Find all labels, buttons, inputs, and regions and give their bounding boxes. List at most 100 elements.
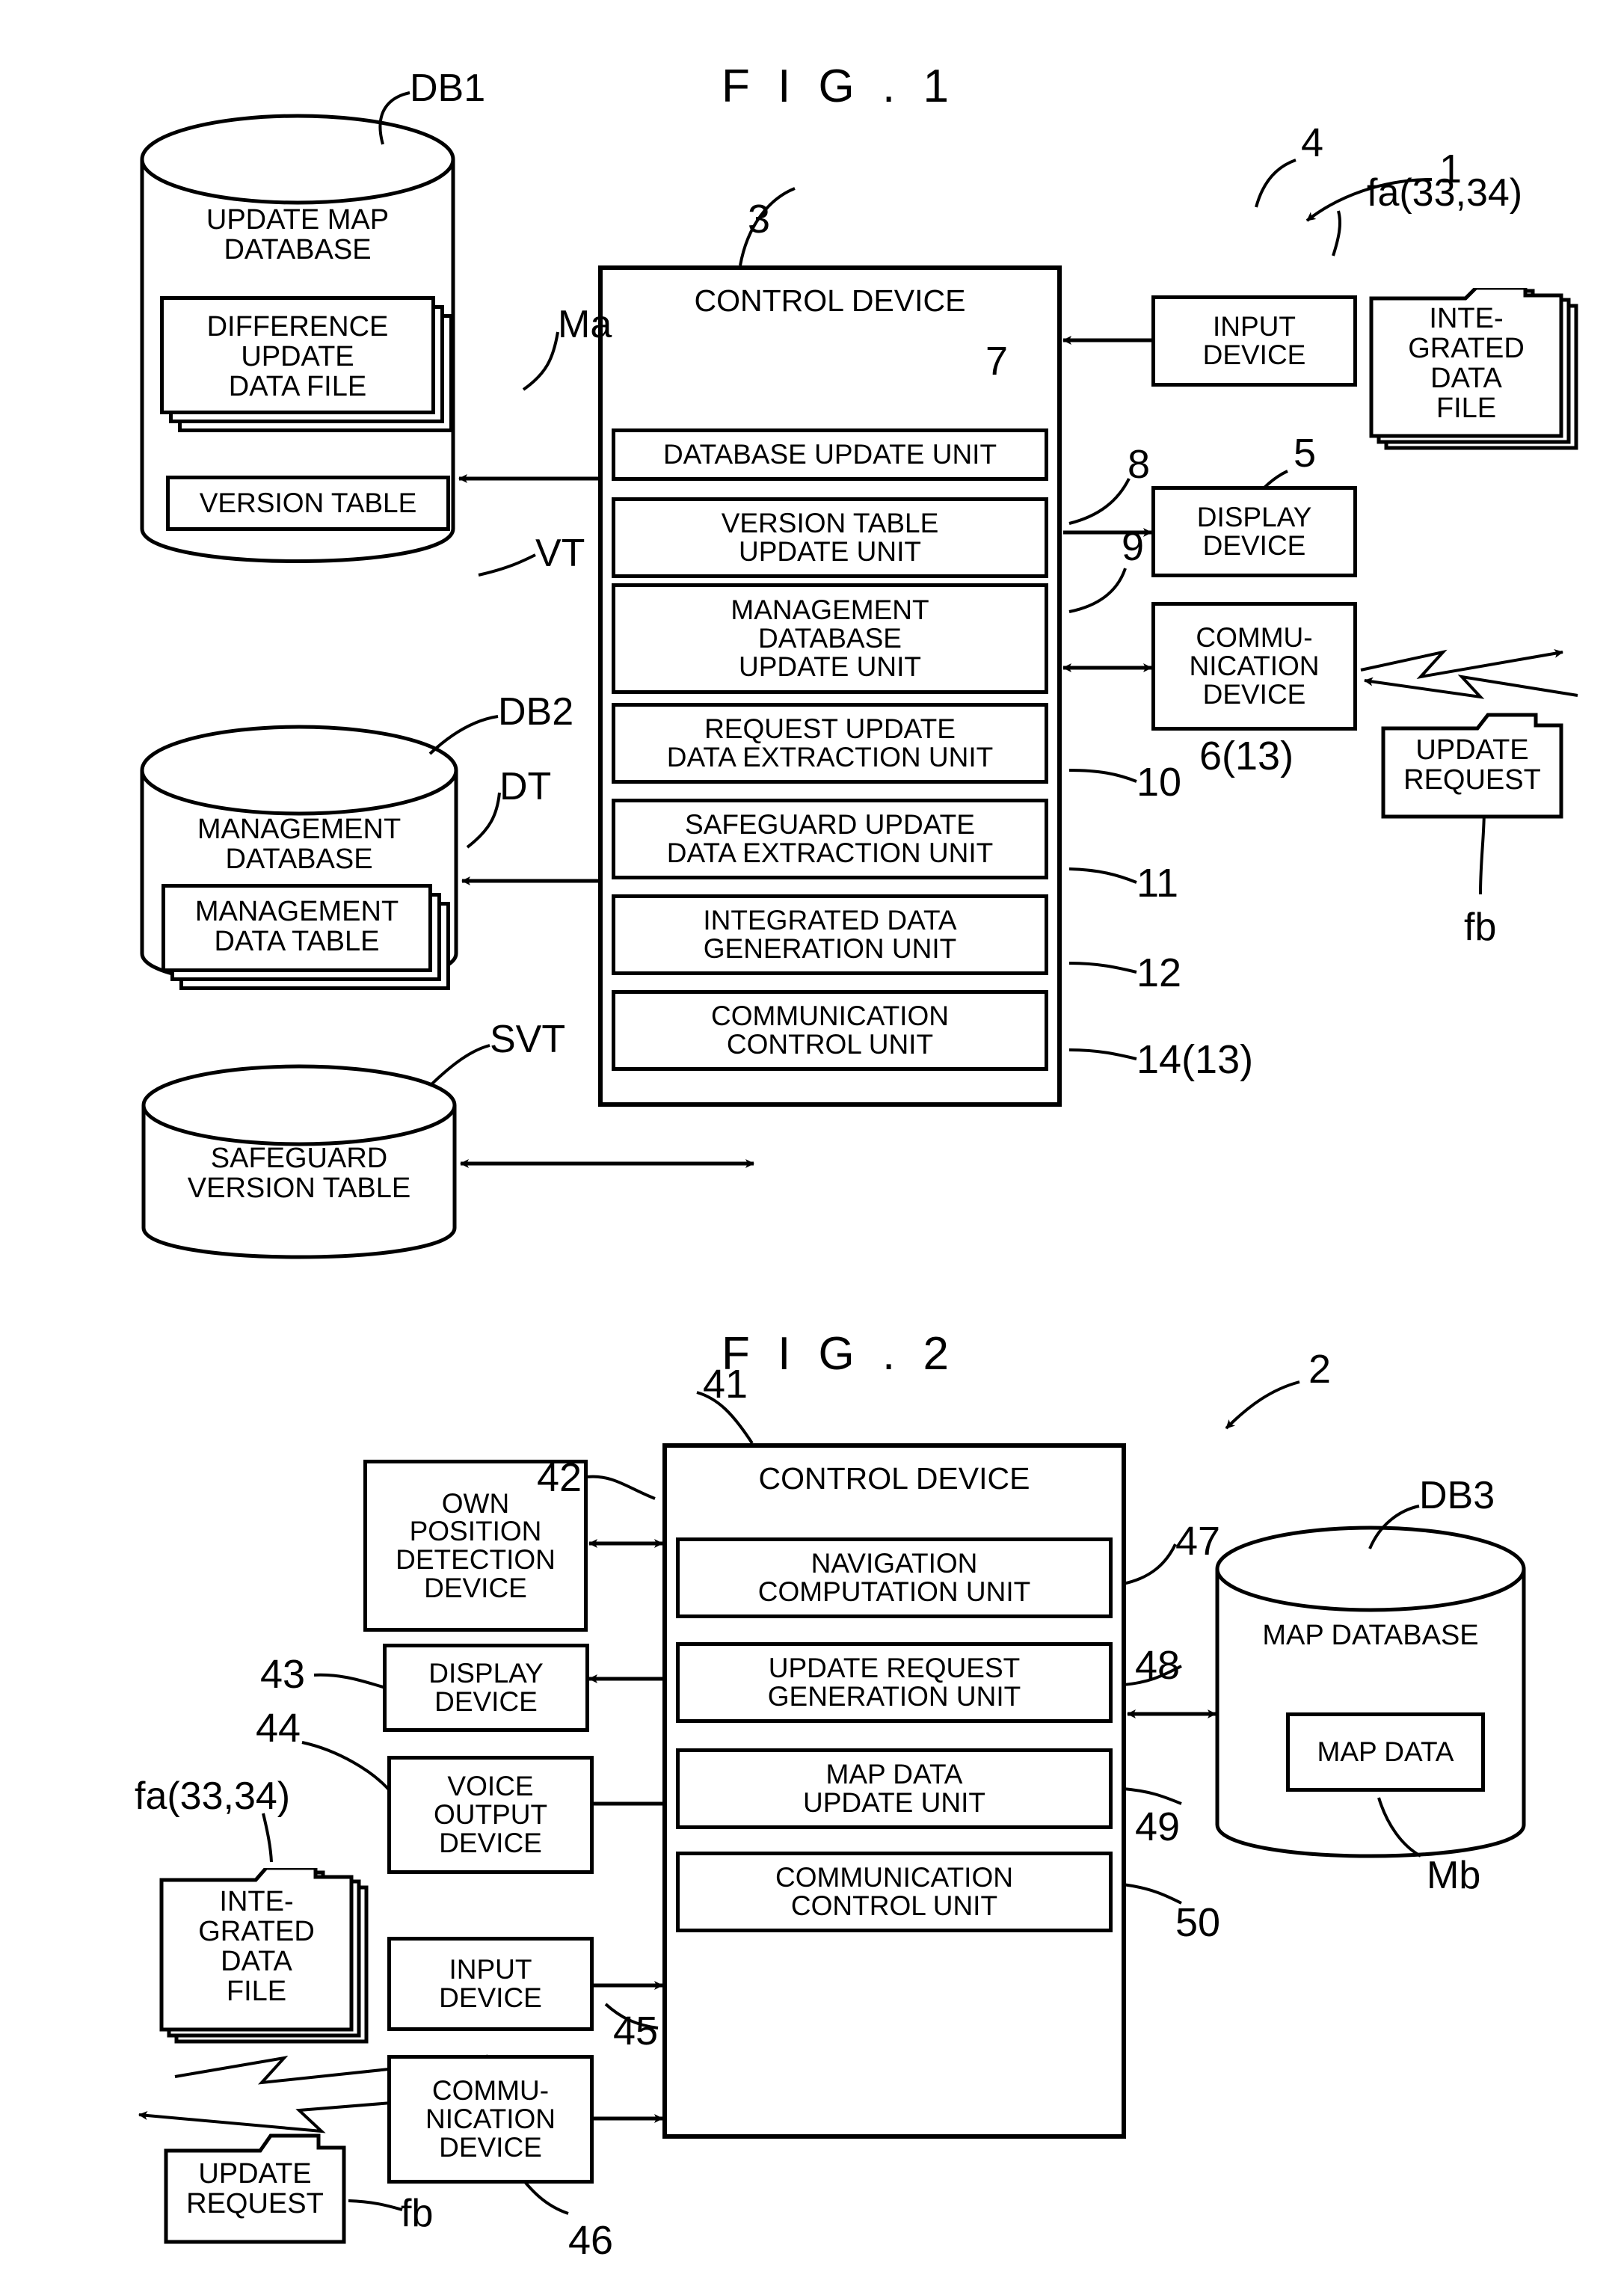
- fig1-ref-4: 4: [1301, 120, 1324, 165]
- line3: DATA: [221, 1945, 292, 1977]
- fig1-unit-management-db-update: MANAGEMENT DATABASE UPDATE UNIT: [612, 583, 1048, 694]
- line2: DEVICE: [434, 1686, 538, 1717]
- line1: SAFEGUARD: [210, 1143, 388, 1174]
- fig1-unit-communication-control: COMMUNICATION CONTROL UNIT: [612, 990, 1048, 1071]
- line1: INTEGRATED DATA: [703, 905, 957, 936]
- fig2-input-device-label: INPUT DEVICE: [439, 1955, 542, 2012]
- line1: UPDATE MAP: [206, 204, 390, 236]
- fig2-voice-output-device: VOICE OUTPUT DEVICE: [387, 1756, 594, 1874]
- fig1-version-table-label: VERSION TABLE: [199, 488, 417, 519]
- fig1-db2-ref: DB2: [498, 690, 574, 734]
- line2: OUTPUT: [433, 1799, 548, 1831]
- fig2-communication-device: COMMU- NICATION DEVICE: [387, 2055, 594, 2184]
- fig1-unit-communication-control-label: COMMUNICATION CONTROL UNIT: [711, 1002, 949, 1058]
- line1: REQUEST UPDATE: [704, 713, 956, 745]
- line2: DATA EXTRACTION UNIT: [666, 838, 994, 868]
- line2: NICATION: [425, 2104, 556, 2135]
- fig2-map-data-box: MAP DATA: [1286, 1712, 1485, 1792]
- fig1-unit-request-update-extract: REQUEST UPDATE DATA EXTRACTION UNIT: [612, 703, 1048, 784]
- line2: POSITION: [409, 1516, 542, 1547]
- line1: UPDATE REQUEST: [768, 1653, 1021, 1684]
- fig2-ref-44: 44: [256, 1706, 301, 1751]
- fig2-unit-map-data-update-label: MAP DATA UPDATE UNIT: [803, 1760, 985, 1816]
- fig2-update-request-file: UPDATE REQUEST: [163, 2133, 350, 2245]
- fig2-unit-navigation-computation: NAVIGATION COMPUTATION UNIT: [676, 1537, 1113, 1618]
- fig1-unit-management-db-update-label: MANAGEMENT DATABASE UPDATE UNIT: [731, 596, 929, 680]
- fig1-integrated-data-file-stack: INTE- GRATED DATA FILE: [1368, 286, 1593, 475]
- fig1-ma-ref: Ma: [558, 303, 612, 346]
- fig1-wireless-links: [1360, 648, 1578, 699]
- line4: FILE: [1436, 392, 1497, 424]
- fig1-fb-ref: fb: [1464, 906, 1497, 949]
- line1: COMMUNICATION: [775, 1862, 1013, 1893]
- fig2-unit-map-data-update: MAP DATA UPDATE UNIT: [676, 1748, 1113, 1829]
- fig1-unit-database-update: DATABASE UPDATE UNIT: [612, 428, 1048, 481]
- fig1-ref-8: 8: [1128, 442, 1151, 487]
- line2: UPDATE UNIT: [803, 1787, 985, 1818]
- fig1-unit-request-update-extract-label: REQUEST UPDATE DATA EXTRACTION UNIT: [667, 715, 993, 771]
- fig2-unit-update-request-generation-label: UPDATE REQUEST GENERATION UNIT: [768, 1654, 1021, 1710]
- fig2-system-ref: 2: [1308, 1347, 1332, 1392]
- line2: VERSION TABLE: [187, 1172, 411, 1204]
- fig2-unit-communication-control: COMMUNICATION CONTROL UNIT: [676, 1852, 1113, 1932]
- line1: INTE-: [1429, 303, 1504, 334]
- line1: COMMUNICATION: [711, 1001, 949, 1032]
- fig2-fb-ref: fb: [401, 2192, 434, 2235]
- fig1-vt-ref: VT: [535, 532, 585, 575]
- fig2-unit-navigation-computation-label: NAVIGATION COMPUTATION UNIT: [758, 1549, 1031, 1606]
- line2: UPDATE UNIT: [739, 536, 921, 567]
- fig1-fa-ref: fa(33,34): [1367, 171, 1523, 215]
- patent-figure-sheet: F I G . 1 1 3 CONTROL DEVICE DATABASE UP…: [0, 0, 1624, 2292]
- fig2-unit-update-request-generation: UPDATE REQUEST GENERATION UNIT: [676, 1642, 1113, 1723]
- line1: MAP DATA: [825, 1759, 963, 1790]
- fig1-control-device-label: CONTROL DEVICE: [694, 283, 966, 318]
- fig2-fa-ref: fa(33,34): [135, 1775, 291, 1818]
- fig1-communication-device-label: COMMU- NICATION DEVICE: [1189, 624, 1319, 708]
- line1: NAVIGATION: [811, 1548, 978, 1579]
- fig1-display-device: DISPLAY DEVICE: [1151, 486, 1357, 577]
- line3: DETECTION: [396, 1544, 556, 1575]
- fig2-unit-communication-control-label: COMMUNICATION CONTROL UNIT: [775, 1864, 1013, 1920]
- line1: OWN: [441, 1487, 510, 1519]
- line3: DATA: [1430, 362, 1502, 394]
- line2: GENERATION UNIT: [767, 1681, 1021, 1712]
- line2: NICATION: [1189, 651, 1320, 682]
- line1: DISPLAY: [1196, 502, 1312, 533]
- line2: CONTROL UNIT: [790, 1890, 998, 1921]
- line2: DEVICE: [439, 1982, 542, 2013]
- fig1-difference-update-data-file-label: DIFFERENCE UPDATE DATA FILE: [160, 312, 435, 402]
- fig2-communication-device-label: COMMU- NICATION DEVICE: [425, 2077, 556, 2161]
- line2: DATA TABLE: [214, 925, 380, 957]
- line4: DEVICE: [424, 1572, 527, 1603]
- fig2-display-device: DISPLAY DEVICE: [383, 1644, 589, 1732]
- line2: GRATED: [198, 1915, 315, 1947]
- fig1-update-request-file: UPDATE REQUEST: [1380, 712, 1567, 820]
- fig1-title: F I G . 1: [722, 61, 956, 112]
- line2: DEVICE: [1202, 530, 1306, 561]
- fig2-ref-47: 47: [1175, 1519, 1221, 1564]
- fig2-ref-48: 48: [1135, 1643, 1181, 1688]
- fig2-mb-ref: Mb: [1427, 1854, 1481, 1897]
- fig1-ref-14-13: 14(13): [1137, 1037, 1254, 1082]
- fig1-integrated-data-file-label: INTE- GRATED DATA FILE: [1371, 304, 1561, 424]
- fig2-own-position-detection-device-label: OWN POSITION DETECTION DEVICE: [396, 1487, 556, 1603]
- fig1-db1-label: UPDATE MAP DATABASE: [142, 204, 453, 265]
- line1: COMMU-: [431, 2075, 550, 2107]
- fig2-display-device-label: DISPLAY DEVICE: [428, 1659, 544, 1715]
- fig1-ref-9: 9: [1122, 524, 1145, 569]
- fig1-ref-12: 12: [1137, 950, 1182, 995]
- fig1-unit-integrated-data-generation-label: INTEGRATED DATA GENERATION UNIT: [703, 906, 956, 962]
- line1: MANAGEMENT: [194, 896, 399, 927]
- line2: UPDATE: [241, 340, 354, 372]
- line1: INTE-: [219, 1886, 294, 1917]
- fig2-update-request-label: UPDATE REQUEST: [166, 2159, 344, 2219]
- fig1-version-table: VERSION TABLE: [166, 476, 450, 531]
- fig1-ref-11: 11: [1137, 861, 1179, 906]
- line3: DEVICE: [439, 1827, 542, 1858]
- fig2-title: F I G . 2: [722, 1328, 956, 1380]
- fig2-control-ref: 41: [703, 1362, 748, 1407]
- line3: DEVICE: [1202, 678, 1306, 710]
- line1: VOICE: [447, 1771, 534, 1802]
- line1: UPDATE: [1415, 734, 1529, 766]
- fig1-ref-10: 10: [1137, 760, 1182, 805]
